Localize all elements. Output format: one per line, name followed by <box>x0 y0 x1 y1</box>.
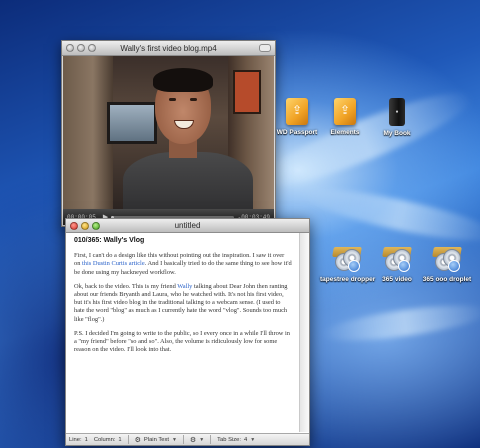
wally-link[interactable]: Wally <box>177 283 192 290</box>
gear-icon: ⚙ <box>189 436 197 444</box>
video-person-eye <box>190 98 197 101</box>
disk-image-icon <box>382 246 412 272</box>
desktop-icon-wd-passport[interactable]: ⇪ WD Passport <box>270 98 324 137</box>
video-player-window[interactable]: Wally's first video blog.mp4 00:00:05 ▶ … <box>61 40 276 227</box>
editor-window-title: untitled <box>174 221 201 230</box>
syntax-selector[interactable]: ⚙ Plain Text ▼ <box>135 436 177 444</box>
desktop-icon-label: tapestree dropper <box>320 276 376 283</box>
desktop-icon-label: Elements <box>330 129 360 136</box>
close-button[interactable] <box>70 222 78 230</box>
video-scene-picture <box>233 70 261 114</box>
zoom-button[interactable] <box>88 44 96 52</box>
action-gear-menu[interactable]: ⚙ ▼ <box>190 436 204 444</box>
text-editor-window[interactable]: untitled 010/365: Wally's Vlog First, I … <box>65 218 310 446</box>
editor-text-area[interactable]: 010/365: Wally's Vlog First, I can't do … <box>66 233 300 432</box>
paragraph-3: P.S. I decided I'm going to write to the… <box>74 329 290 354</box>
desktop-icon-365-ooo-droplet[interactable]: 365 ooo droplet <box>420 246 474 284</box>
desktop-icon-label: WD Passport <box>276 129 318 136</box>
desktop-icon-tapestree-dropper[interactable]: tapestree dropper <box>320 246 376 284</box>
chevron-down-icon: ▼ <box>171 436 177 443</box>
close-button[interactable] <box>66 44 74 52</box>
editor-status-bar: Line: 1 Column: 1 ⚙ Plain Text ▼ ⚙ ▼ Tab S… <box>66 433 309 445</box>
chevron-down-icon: ▼ <box>250 436 256 443</box>
disk-image-icon <box>432 246 462 272</box>
external-drive-icon: ● <box>389 98 405 126</box>
video-titlebar[interactable]: Wally's first video blog.mp4 <box>62 41 275 56</box>
desktop-icon-my-book[interactable]: ● My Book <box>370 98 424 138</box>
desktop-icon-365-video[interactable]: 365 video <box>370 246 424 284</box>
minimize-button[interactable] <box>81 222 89 230</box>
video-frame[interactable] <box>63 56 274 209</box>
paragraph-1: First, I can't do a design like this wit… <box>74 252 292 276</box>
status-divider <box>182 435 184 444</box>
video-person-shirt <box>123 152 253 209</box>
toolbar-toggle-button[interactable] <box>259 44 271 52</box>
tab-size-selector[interactable]: Tab Size: 4 ▼ <box>217 437 255 443</box>
column-indicator: Column: 1 <box>93 436 122 443</box>
disk-image-icon <box>332 246 362 272</box>
video-person-hair <box>153 68 213 92</box>
wallpaper-streak <box>299 179 480 251</box>
chevron-down-icon: ▼ <box>199 436 205 443</box>
desktop-icon-elements[interactable]: ⇪ Elements <box>318 98 372 137</box>
post-heading: 010/365: Wally's Vlog <box>74 237 145 244</box>
video-person-eye <box>169 98 176 101</box>
desktop-icon-label: 365 ooo droplet <box>422 276 472 283</box>
dustin-curtis-link[interactable]: this Dustin Curtis article <box>82 260 145 267</box>
status-divider <box>210 435 212 444</box>
syntax-gear-icon: ⚙ <box>134 436 141 444</box>
desktop-icon-label: My Book <box>383 130 411 137</box>
usb-drive-icon: ⇪ <box>286 98 308 125</box>
paragraph-2: Ok, back to the video. This is my friend… <box>74 282 288 323</box>
video-scene-door <box>63 56 113 209</box>
video-scene-tv <box>107 102 157 144</box>
zoom-button[interactable] <box>92 222 100 230</box>
editor-titlebar[interactable]: untitled <box>66 219 309 233</box>
desktop-icon-label: 365 video <box>382 276 412 283</box>
vertical-scrollbar[interactable] <box>299 233 309 432</box>
wallpaper-streak <box>250 78 480 202</box>
wallpaper-streak <box>319 298 480 348</box>
usb-drive-icon: ⇪ <box>334 98 356 125</box>
line-indicator: Line: 1 <box>69 436 88 443</box>
status-divider <box>127 435 129 444</box>
minimize-button[interactable] <box>77 44 85 52</box>
